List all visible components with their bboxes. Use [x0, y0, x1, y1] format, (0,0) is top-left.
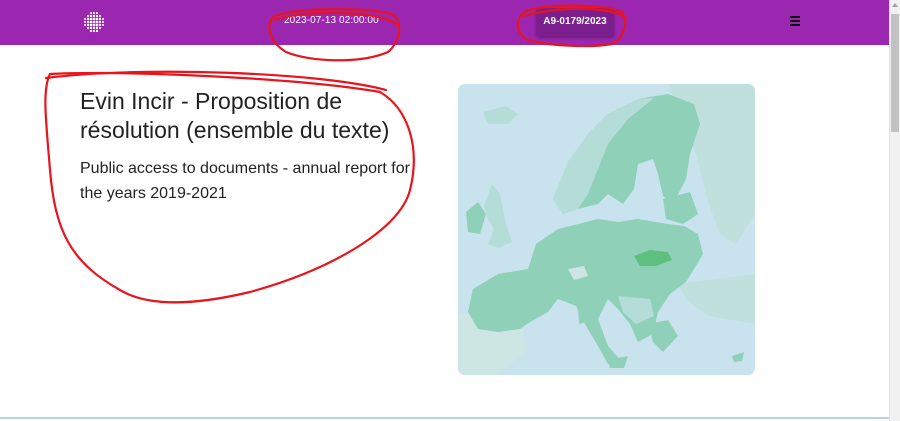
- red-annotation-marks: [44, 4, 628, 304]
- dotted-circle-logo-icon: [84, 11, 104, 33]
- top-bar: 2023-07-13 02:00:00 A9-0179/2023: [0, 0, 889, 45]
- vertical-scrollbar[interactable]: [889, 0, 900, 421]
- hamburger-menu-icon[interactable]: [788, 15, 802, 29]
- menu-line: [790, 16, 800, 18]
- menu-line: [790, 24, 800, 26]
- scroll-up-arrow-icon[interactable]: [892, 3, 898, 7]
- scrollbar-thumb[interactable]: [891, 14, 899, 132]
- section-divider: [0, 417, 889, 419]
- menu-line: [790, 20, 800, 22]
- page-subtitle: Public access to documents - annual repo…: [80, 160, 410, 202]
- vote-date: 2023-07-13 02:00:00: [284, 15, 379, 26]
- document-reference-button[interactable]: A9-0179/2023: [536, 8, 614, 36]
- page-title: Evin Incir - Proposition de résolution (…: [80, 88, 390, 143]
- site-logo[interactable]: [82, 10, 106, 34]
- europe-map-image: [458, 84, 755, 375]
- europe-map-icon: [458, 84, 755, 375]
